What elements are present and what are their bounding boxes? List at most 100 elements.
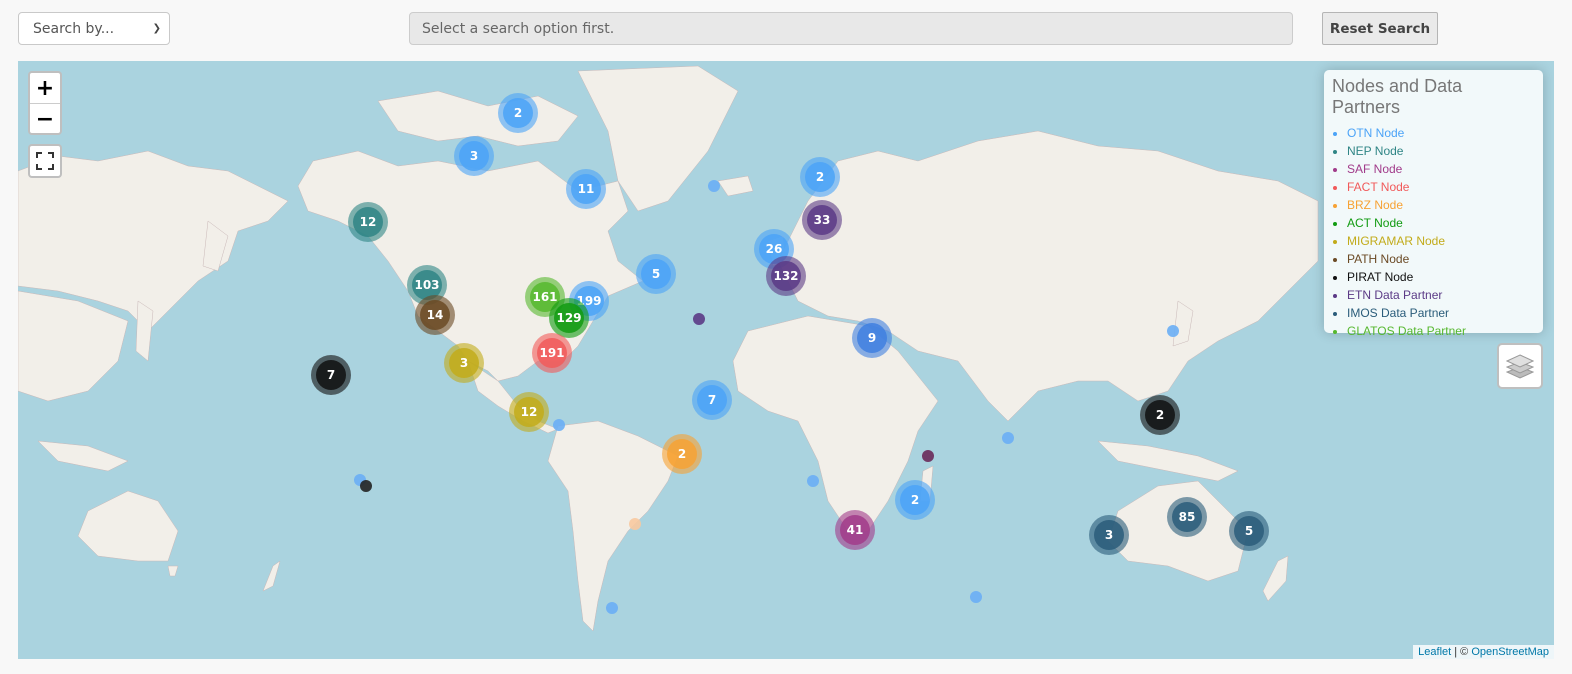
- legend-item: OTN Node: [1347, 124, 1535, 142]
- cluster-count: 3: [1094, 520, 1124, 550]
- land-japan-west: [135, 300, 154, 362]
- cluster-marker[interactable]: 85: [1167, 497, 1207, 537]
- layers-button[interactable]: [1497, 343, 1543, 389]
- legend: Nodes and Data Partners OTN NodeNEP Node…: [1324, 70, 1543, 338]
- search-input[interactable]: Select a search option first.: [409, 12, 1293, 45]
- cluster-count: 3: [459, 141, 489, 171]
- land-new-zealand-wrap: [262, 560, 281, 592]
- cluster-marker[interactable]: 11: [566, 169, 606, 209]
- legend-item: PIRAT Node: [1347, 268, 1535, 286]
- legend-item: BRZ Node: [1347, 196, 1535, 214]
- cluster-count: 191: [537, 338, 567, 368]
- cluster-count: 2: [503, 98, 533, 128]
- legend-item: ETN Data Partner: [1347, 286, 1535, 304]
- cluster-count: 132: [771, 261, 801, 291]
- site-marker[interactable]: [606, 602, 618, 614]
- site-marker[interactable]: [922, 450, 934, 462]
- legend-item: IMOS Data Partner: [1347, 304, 1535, 322]
- legend-title: Nodes and Data Partners: [1332, 76, 1463, 117]
- fullscreen-button[interactable]: [28, 144, 62, 178]
- legend-item: NEP Node: [1347, 142, 1535, 160]
- cluster-marker[interactable]: 2: [662, 434, 702, 474]
- cluster-count: 2: [667, 439, 697, 469]
- cluster-marker[interactable]: 132: [766, 256, 806, 296]
- site-marker[interactable]: [553, 419, 565, 431]
- cluster-marker[interactable]: 2: [1140, 395, 1180, 435]
- site-marker[interactable]: [1002, 432, 1014, 444]
- site-marker[interactable]: [360, 480, 372, 492]
- cluster-marker[interactable]: 3: [1089, 515, 1129, 555]
- cluster-marker[interactable]: 191: [532, 333, 572, 373]
- leaflet-link[interactable]: Leaflet: [1418, 646, 1451, 658]
- cluster-count: 9: [857, 323, 887, 353]
- openstreetmap-link[interactable]: OpenStreetMap: [1471, 646, 1549, 658]
- cluster-count: 12: [353, 207, 383, 237]
- search-by-select[interactable]: Search by... ❯: [18, 12, 170, 45]
- land-iceland: [717, 175, 754, 197]
- cluster-count: 33: [807, 205, 837, 235]
- cluster-count: 85: [1172, 502, 1202, 532]
- cluster-count: 7: [316, 360, 346, 390]
- attribution: Leaflet | © OpenStreetMap: [1413, 645, 1554, 659]
- cluster-marker[interactable]: 129: [549, 298, 589, 338]
- cluster-count: 2: [805, 162, 835, 192]
- cluster-count: 3: [449, 348, 479, 378]
- attribution-separator: | ©: [1451, 646, 1472, 658]
- cluster-count: 2: [900, 485, 930, 515]
- cluster-marker[interactable]: 9: [852, 318, 892, 358]
- site-marker[interactable]: [807, 475, 819, 487]
- search-placeholder: Select a search option first.: [422, 20, 615, 37]
- zoom-out-button[interactable]: −: [30, 104, 60, 134]
- cluster-marker[interactable]: 12: [509, 392, 549, 432]
- cluster-marker[interactable]: 3: [454, 136, 494, 176]
- cluster-count: 7: [697, 385, 727, 415]
- layers-icon: [1506, 354, 1534, 379]
- zoom-in-button[interactable]: +: [30, 73, 60, 104]
- cluster-marker[interactable]: 12: [348, 202, 388, 242]
- chevron-down-icon: ❯: [152, 23, 161, 34]
- cluster-marker[interactable]: 3: [444, 343, 484, 383]
- land-indonesia-wrap: [37, 440, 129, 472]
- cluster-marker[interactable]: 5: [636, 254, 676, 294]
- cluster-count: 5: [1234, 516, 1264, 546]
- cluster-marker[interactable]: 41: [835, 510, 875, 550]
- cluster-count: 12: [514, 397, 544, 427]
- cluster-marker[interactable]: 33: [802, 200, 842, 240]
- site-marker[interactable]: [970, 591, 982, 603]
- legend-item: FACT Node: [1347, 178, 1535, 196]
- legend-item: PATH Node: [1347, 250, 1535, 268]
- zoom-control: + −: [28, 71, 62, 135]
- site-marker[interactable]: [693, 313, 705, 325]
- cluster-count: 41: [840, 515, 870, 545]
- legend-list: OTN NodeNEP NodeSAF NodeFACT NodeBRZ Nod…: [1332, 124, 1535, 340]
- cluster-marker[interactable]: 14: [415, 295, 455, 335]
- land-indonesia: [1097, 440, 1239, 482]
- cluster-count: 2: [1145, 400, 1175, 430]
- legend-item: ACT Node: [1347, 214, 1535, 232]
- legend-item: SAF Node: [1347, 160, 1535, 178]
- legend-item: MIGRAMAR Node: [1347, 232, 1535, 250]
- map[interactable]: 2 3 11 12 103 14 161 199 129 191 3 7 12 5 7 2 2 33 26 132 9 2…: [18, 61, 1554, 659]
- land-australia-wrap: [77, 490, 179, 562]
- site-marker[interactable]: [1167, 325, 1179, 337]
- land-south-america: [547, 420, 679, 632]
- cluster-marker[interactable]: 7: [692, 380, 732, 420]
- top-bar: Search by... ❯ Select a search option fi…: [0, 0, 1572, 60]
- land-tasmania-wrap: [167, 565, 179, 577]
- site-marker[interactable]: [708, 180, 720, 192]
- cluster-marker[interactable]: 2: [800, 157, 840, 197]
- land-china-wrap: [18, 290, 129, 402]
- fullscreen-icon: [36, 152, 54, 170]
- search-by-label: Search by...: [33, 20, 115, 37]
- cluster-count: 5: [641, 259, 671, 289]
- legend-item: GLATOS Data Partner: [1347, 322, 1535, 340]
- cluster-count: 14: [420, 300, 450, 330]
- cluster-marker[interactable]: 2: [498, 93, 538, 133]
- site-marker[interactable]: [629, 518, 641, 530]
- land-new-zealand: [1262, 555, 1289, 602]
- cluster-marker[interactable]: 5: [1229, 511, 1269, 551]
- cluster-marker[interactable]: 2: [895, 480, 935, 520]
- cluster-count: 11: [571, 174, 601, 204]
- reset-search-button[interactable]: Reset Search: [1322, 12, 1438, 45]
- cluster-marker[interactable]: 7: [311, 355, 351, 395]
